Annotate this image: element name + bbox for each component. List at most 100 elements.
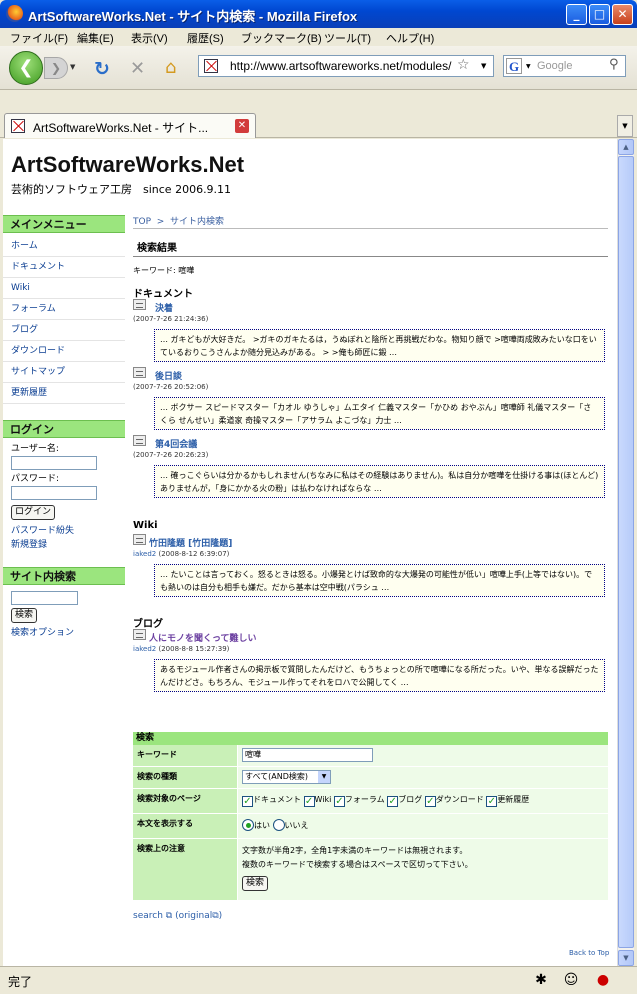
search-form-heading: 検索	[133, 732, 608, 745]
menu-edit[interactable]: 編集(E)	[77, 30, 114, 46]
radio-no[interactable]	[272, 819, 285, 831]
form-row-show-body: 本文を表示する はい いいえ	[133, 814, 608, 839]
site-favicon-icon	[204, 59, 218, 73]
site-title[interactable]: ArtSoftwareWorks.Net	[11, 152, 244, 178]
search-placeholder[interactable]: Google	[537, 60, 572, 72]
sidebar-item-blog[interactable]: ブログ	[3, 320, 125, 341]
bookmark-star-icon[interactable]: ☆	[457, 57, 470, 73]
sidebar-item-changelog[interactable]: 更新履歴	[3, 383, 125, 404]
reload-icon[interactable]: ↻	[94, 58, 110, 80]
search-module-link[interactable]: search	[133, 911, 163, 921]
site-search-heading: サイト内検索	[3, 567, 125, 585]
result-title-link[interactable]: 決着	[155, 301, 173, 314]
result-snippet: … たいことは言っておく。怒るときは怒る。小爆発とけば致命的な大爆発の可能性が低…	[154, 564, 605, 597]
result-title-link[interactable]: 竹田隆題 [竹田隆題]	[149, 536, 232, 549]
results-heading: 検索結果	[133, 241, 608, 257]
menu-bookmarks[interactable]: ブックマーク(B)	[241, 30, 322, 46]
menu-history[interactable]: 履歴(S)	[187, 30, 224, 46]
tab-close-icon[interactable]: ✕	[235, 119, 249, 133]
result-poster-link[interactable]: iaked2	[133, 645, 156, 653]
result-poster-link[interactable]: iaked2	[133, 550, 156, 558]
checkbox-changelog[interactable]: ✓	[486, 796, 498, 807]
form-row-targets: 検索対象のページ ✓ドキュメント ✓Wiki ✓フォーラム ✓ブログ ✓ダウンロ…	[133, 789, 608, 814]
close-button[interactable]: ✕	[612, 4, 633, 25]
breadcrumb-current[interactable]: サイト内検索	[170, 217, 224, 227]
site-search-input[interactable]	[11, 591, 78, 605]
result-snippet: … ボクサー スピードマスター「カオル ゆうしゃ」ムエタイ 仁義マスター「かひめ…	[154, 397, 605, 430]
menu-help[interactable]: ヘルプ(H)	[386, 30, 434, 46]
username-label: ユーザー名:	[11, 444, 59, 454]
url-dropdown-icon[interactable]: ▼	[481, 62, 486, 70]
menu-view[interactable]: 表示(V)	[131, 30, 168, 46]
search-type-select[interactable]: すべて(AND検索) ▼	[242, 770, 331, 784]
result-title-link[interactable]: 後日談	[155, 369, 182, 382]
tab-title[interactable]: ArtSoftwareWorks.Net - サイト...	[33, 119, 231, 136]
firefox-icon	[6, 5, 23, 22]
record-icon[interactable]: ●	[594, 971, 612, 989]
radio-yes[interactable]	[242, 819, 254, 831]
result-item: 竹田隆題 [竹田隆題]	[133, 534, 608, 549]
checkbox-documents[interactable]: ✓	[242, 796, 253, 807]
form-row-keyword: キーワード 喧嘩	[133, 745, 608, 767]
menu-file[interactable]: ファイル(F)	[10, 30, 68, 46]
engine-dropdown-icon[interactable]: ▼	[526, 63, 531, 70]
back-to-top-link[interactable]: Back to Top	[569, 949, 609, 957]
breadcrumb-top-link[interactable]: TOP	[133, 217, 151, 227]
checkbox-blog[interactable]: ✓	[387, 796, 399, 807]
site-subtitle: 芸術的ソフトウェア工房 since 2006.9.11	[11, 183, 232, 196]
search-options-link[interactable]: 検索オプション	[11, 626, 125, 640]
section-title-documents: ドキュメント	[133, 289, 193, 300]
result-title-link[interactable]: 第4回会議	[155, 437, 197, 450]
sidebar-item-forum[interactable]: フォーラム	[3, 299, 125, 320]
bug-icon[interactable]: ✱	[532, 971, 550, 989]
menu-tools[interactable]: ツール(T)	[324, 30, 371, 46]
url-text[interactable]: http://www.artsoftwareworks.net/modules/	[230, 59, 455, 73]
smiley-icon[interactable]: ☺	[562, 971, 580, 989]
lost-password-link[interactable]: パスワード紛失	[11, 524, 125, 538]
tab-active[interactable]: ArtSoftwareWorks.Net - サイト... ✕	[4, 113, 256, 138]
main-menu-heading: メインメニュー	[3, 215, 125, 233]
note-line: 複数のキーワードで検索する場合はスペースで区切って下さい。	[242, 860, 473, 869]
checkbox-download[interactable]: ✓	[424, 796, 436, 807]
back-button[interactable]: ❮	[9, 51, 43, 85]
keyword-input[interactable]: 喧嘩	[242, 748, 373, 762]
checkbox-forum[interactable]: ✓	[333, 796, 345, 807]
url-bar[interactable]: http://www.artsoftwareworks.net/modules/…	[198, 55, 494, 77]
target-label: ブログ	[398, 795, 423, 804]
result-date: (2007-7-26 20:26:23)	[133, 451, 209, 459]
sidebar-item-wiki[interactable]: Wiki	[3, 278, 125, 299]
breadcrumb-separator: >	[156, 217, 165, 227]
login-button[interactable]: ログイン	[11, 505, 56, 520]
maximize-button[interactable]: □	[589, 4, 610, 25]
result-title-link[interactable]: 人にモノを聞くって難しい	[149, 631, 257, 644]
vertical-scrollbar[interactable]: ▲ ▼	[617, 139, 634, 966]
scroll-thumb[interactable]	[618, 156, 634, 948]
scroll-down-icon[interactable]: ▼	[618, 950, 634, 966]
register-link[interactable]: 新規登録	[11, 538, 125, 552]
result-item: 第4回会議	[133, 435, 608, 450]
search-magnifier-icon[interactable]: ⚲	[609, 57, 619, 72]
username-input[interactable]	[11, 456, 97, 470]
checkbox-wiki[interactable]: ✓	[303, 796, 315, 807]
forward-button[interactable]: ❯	[44, 57, 68, 79]
sidebar-item-home[interactable]: ホーム	[3, 236, 125, 257]
web-search-box[interactable]: G ▼ Google ⚲	[503, 55, 626, 77]
sidebar-item-documents[interactable]: ドキュメント	[3, 257, 125, 278]
login-heading: ログイン	[3, 420, 125, 438]
history-dropdown-icon[interactable]: ▼	[70, 63, 75, 71]
note-line: 文字数が半角2字，全角1字未満のキーワードは無視されます。	[242, 846, 468, 855]
site-search-button[interactable]: 検索	[11, 608, 38, 623]
google-engine-icon[interactable]: G	[506, 58, 522, 74]
sidebar-item-download[interactable]: ダウンロード	[3, 341, 125, 362]
stop-icon[interactable]: ✕	[130, 58, 145, 79]
window-title-bar: ArtSoftwareWorks.Net - サイト内検索 - Mozilla …	[0, 0, 637, 28]
original-link[interactable]: original	[179, 911, 213, 921]
minimize-button[interactable]: _	[566, 4, 587, 25]
home-icon[interactable]: ⌂	[165, 57, 176, 78]
password-input[interactable]	[11, 486, 97, 500]
tab-list-dropdown-icon[interactable]: ▼	[617, 115, 633, 137]
search-submit-button[interactable]: 検索	[242, 876, 269, 891]
scroll-up-icon[interactable]: ▲	[618, 139, 634, 155]
sidebar-item-sitemap[interactable]: サイトマップ	[3, 362, 125, 383]
result-item: 人にモノを聞くって難しい	[133, 629, 608, 644]
